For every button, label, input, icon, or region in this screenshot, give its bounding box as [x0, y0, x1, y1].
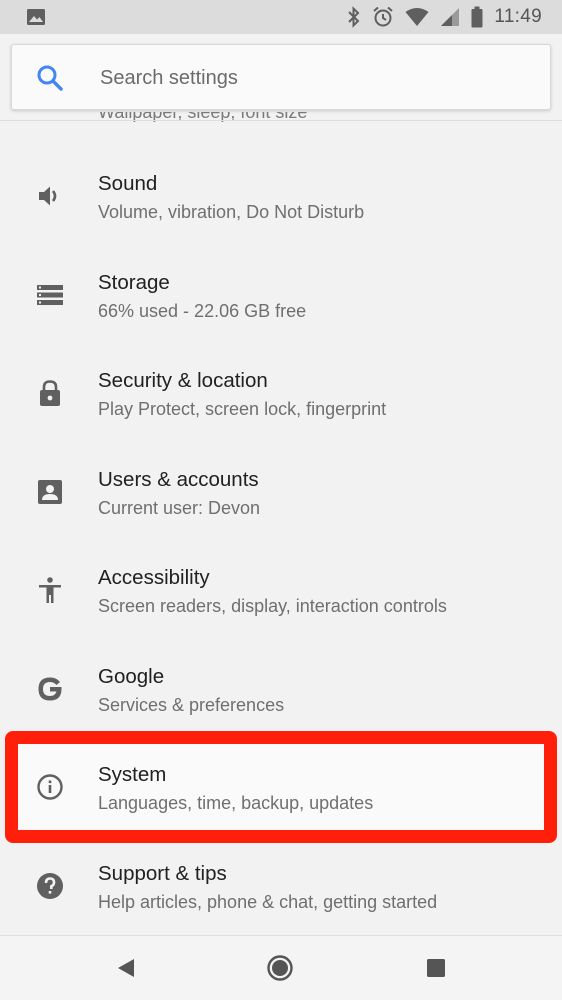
- info-icon: [37, 774, 63, 800]
- settings-item-subtitle: Help articles, phone & chat, getting sta…: [98, 891, 438, 912]
- cutoff-item-subtitle: Wallpaper, sleep, font size: [98, 112, 308, 122]
- search-input[interactable]: [100, 45, 530, 111]
- battery-icon: [471, 6, 483, 28]
- settings-item-system[interactable]: System Languages, time, backup, updates: [0, 737, 562, 836]
- settings-item-subtitle: Play Protect, screen lock, fingerprint: [98, 399, 387, 419]
- settings-item-subtitle: Services & preferences: [98, 694, 285, 715]
- settings-item-title: Support & tips: [98, 861, 227, 885]
- settings-item-sound[interactable]: Sound Volume, vibration, Do Not Disturb: [0, 146, 562, 245]
- settings-item-security[interactable]: Security & location Play Protect, screen…: [0, 343, 562, 442]
- cellular-icon: [441, 8, 460, 26]
- home-icon[interactable]: [266, 954, 294, 982]
- settings-item-google[interactable]: Google Services & preferences: [0, 639, 562, 738]
- settings-list: Sound Volume, vibration, Do Not Disturb …: [0, 146, 562, 934]
- back-icon[interactable]: [115, 956, 137, 980]
- settings-item-subtitle: Current user: Devon: [98, 497, 261, 518]
- account-box-icon: [38, 479, 62, 504]
- status-clock: 11:49: [494, 6, 542, 27]
- google-icon: [38, 677, 62, 700]
- storage-icon: [37, 284, 63, 305]
- settings-item-title: Accessibility: [98, 566, 210, 589]
- alarm-icon: [373, 6, 394, 27]
- settings-item-storage[interactable]: Storage 66% used - 22.06 GB free: [0, 245, 562, 344]
- navigation-bar: [0, 935, 562, 1000]
- wifi-icon: [405, 8, 429, 26]
- search-divider: [0, 120, 562, 121]
- help-icon: [37, 872, 63, 899]
- settings-item-subtitle: Volume, vibration, Do Not Disturb: [98, 202, 365, 222]
- search-icon[interactable]: [36, 64, 64, 92]
- settings-item-subtitle: 66% used - 22.06 GB free: [98, 300, 307, 321]
- settings-item-title: Storage: [98, 270, 170, 294]
- image-icon: [27, 9, 45, 25]
- settings-item-title: System: [98, 763, 167, 786]
- settings-item-support[interactable]: Support & tips Help articles, phone & ch…: [0, 836, 562, 935]
- settings-item-subtitle: Languages, time, backup, updates: [98, 793, 374, 813]
- settings-item-title: Google: [98, 664, 165, 688]
- search-bar[interactable]: [11, 44, 551, 111]
- status-bar: 11:49: [0, 0, 562, 34]
- settings-item-subtitle: Screen readers, display, interaction con…: [98, 596, 447, 616]
- settings-item-title: Users & accounts: [98, 467, 259, 491]
- bluetooth-icon: [348, 6, 360, 28]
- accessibility-icon: [39, 577, 61, 603]
- settings-item-title: Security & location: [98, 369, 268, 392]
- settings-item-users[interactable]: Users & accounts Current user: Devon: [0, 442, 562, 541]
- settings-item-title: Sound: [98, 172, 158, 195]
- settings-screen: 11:49 Wallpaper, sleep, font size Sound …: [0, 0, 562, 1000]
- settings-item-accessibility[interactable]: Accessibility Screen readers, display, i…: [0, 540, 562, 639]
- lock-icon: [40, 380, 60, 406]
- recents-icon[interactable]: [426, 958, 446, 978]
- volume-icon: [39, 186, 57, 206]
